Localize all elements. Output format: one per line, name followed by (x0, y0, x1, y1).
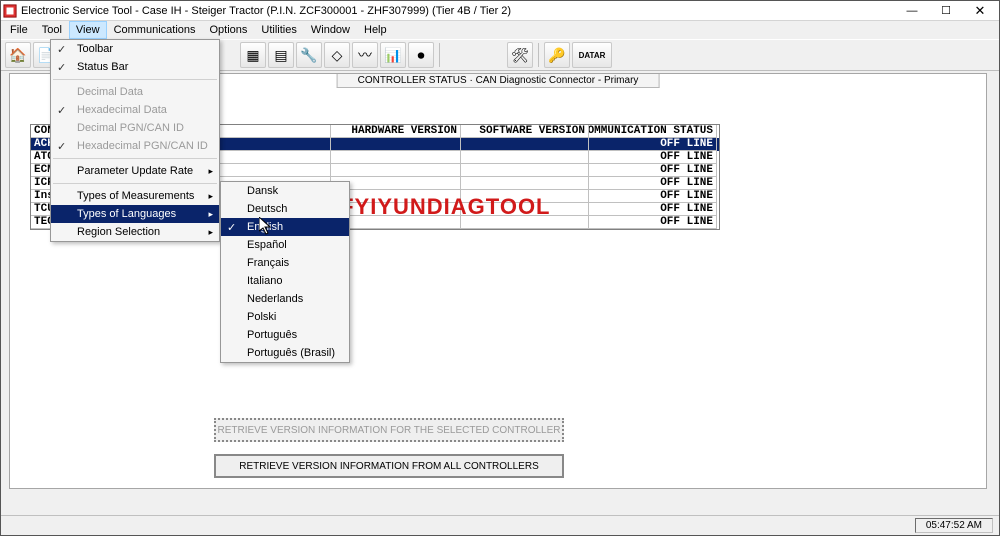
tb-tools-icon[interactable]: 🛠 (507, 42, 533, 68)
tb-key-icon[interactable]: 🔑 (544, 42, 570, 68)
maximize-button[interactable]: ☐ (929, 2, 963, 20)
col-comm-status: COMMUNICATION STATUS (589, 125, 717, 138)
lang-dansk[interactable]: Dansk (221, 182, 349, 200)
view-menu-types-of-measurements[interactable]: Types of Measurements▸ (51, 187, 219, 205)
status-time: 05:47:52 AM (915, 518, 993, 533)
menu-communications[interactable]: Communications (107, 21, 203, 39)
view-menu-status-bar[interactable]: ✓Status Bar (51, 58, 219, 76)
languages-submenu: DanskDeutsch✓EnglishEspañolFrançaisItali… (220, 181, 350, 363)
menu-view[interactable]: View (69, 21, 107, 39)
menu-tool[interactable]: Tool (35, 21, 69, 39)
view-menu-decimal-data: Decimal Data (51, 83, 219, 101)
menu-help[interactable]: Help (357, 21, 394, 39)
tb-home-icon[interactable]: 🏠 (5, 42, 31, 68)
statusbar: 05:47:52 AM (1, 515, 999, 535)
tb-wrench-icon[interactable]: 🔧 (296, 42, 322, 68)
lang-portugu-s-brasil-[interactable]: Português (Brasil) (221, 344, 349, 362)
titlebar: Electronic Service Tool - Case IH - Stei… (1, 1, 999, 21)
tb-grid2-icon[interactable]: ▤ (268, 42, 294, 68)
app-window: Electronic Service Tool - Case IH - Stei… (0, 0, 1000, 536)
view-menu-parameter-update-rate[interactable]: Parameter Update Rate▸ (51, 162, 219, 180)
lang-nederlands[interactable]: Nederlands (221, 290, 349, 308)
menubar: FileToolViewCommunicationsOptionsUtiliti… (1, 21, 999, 39)
app-icon (3, 4, 17, 18)
controller-status-banner: CONTROLLER STATUS · CAN Diagnostic Conne… (337, 74, 660, 88)
menu-options[interactable]: Options (203, 21, 255, 39)
menu-utilities[interactable]: Utilities (254, 21, 303, 39)
retrieve-all-button[interactable]: RETRIEVE VERSION INFORMATION FROM ALL CO… (214, 454, 564, 478)
lang-fran-ais[interactable]: Français (221, 254, 349, 272)
close-button[interactable]: ✕ (963, 2, 997, 20)
tb-diamond-icon[interactable]: ◇ (324, 42, 350, 68)
view-menu-toolbar[interactable]: ✓Toolbar (51, 40, 219, 58)
tb-chart-icon[interactable]: 📊 (380, 42, 406, 68)
view-menu-types-of-languages[interactable]: Types of Languages▸ (51, 205, 219, 223)
view-menu-hexadecimal-pgn-can-id: ✓Hexadecimal PGN/CAN ID (51, 137, 219, 155)
view-menu-dropdown: ✓Toolbar✓Status BarDecimal Data✓Hexadeci… (50, 39, 220, 242)
lang-espa-ol[interactable]: Español (221, 236, 349, 254)
lang-portugu-s[interactable]: Português (221, 326, 349, 344)
lang-italiano[interactable]: Italiano (221, 272, 349, 290)
tb-wave-icon[interactable]: 〰 (352, 42, 378, 68)
lang-deutsch[interactable]: Deutsch (221, 200, 349, 218)
col-hardware-version: HARDWARE VERSION (331, 125, 461, 138)
menu-window[interactable]: Window (304, 21, 357, 39)
tb-grid1-icon[interactable]: ▦ (240, 42, 266, 68)
view-menu-hexadecimal-data: ✓Hexadecimal Data (51, 101, 219, 119)
menu-file[interactable]: File (3, 21, 35, 39)
tb-rec-icon[interactable]: ⏺ (408, 42, 434, 68)
lang-polski[interactable]: Polski (221, 308, 349, 326)
window-title: Electronic Service Tool - Case IH - Stei… (21, 5, 895, 17)
view-menu-region-selection[interactable]: Region Selection▸ (51, 223, 219, 241)
lang-english[interactable]: ✓English (221, 218, 349, 236)
tb-datar-button[interactable]: DATAR (572, 42, 612, 68)
retrieve-selected-button[interactable]: RETRIEVE VERSION INFORMATION FOR THE SEL… (214, 418, 564, 442)
view-menu-decimal-pgn-can-id: Decimal PGN/CAN ID (51, 119, 219, 137)
col-software-version: SOFTWARE VERSION (461, 125, 589, 138)
minimize-button[interactable]: — (895, 2, 929, 20)
